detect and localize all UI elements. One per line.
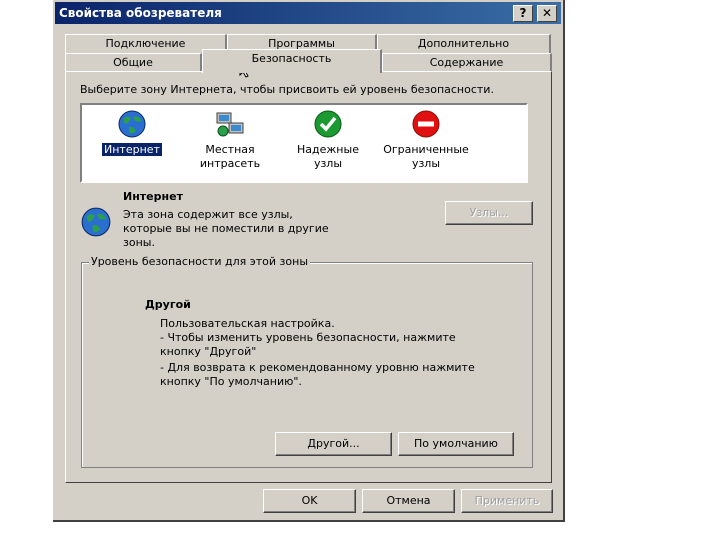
apply-button[interactable]: Применить	[461, 489, 553, 513]
zone-description-line1: Эта зона содержит все узлы,	[123, 208, 293, 221]
security-level-line2: - Чтобы изменить уровень безопасности, н…	[160, 331, 456, 344]
zone-description-line2: которые вы не поместили в другие	[123, 222, 329, 235]
zone-local-intranet-label: Местная интрасеть	[199, 143, 261, 170]
tab-advanced[interactable]: Дополнительно	[377, 34, 551, 53]
tab-general[interactable]: Общие	[65, 53, 202, 72]
zone-name: Интернет	[123, 190, 183, 203]
default-level-button[interactable]: По умолчанию	[398, 432, 514, 456]
sites-button[interactable]: Узлы...	[445, 201, 533, 225]
globe-icon	[81, 207, 111, 237]
zone-description-line3: зоны.	[123, 236, 155, 249]
globe-icon	[118, 110, 146, 138]
check-icon	[314, 110, 342, 138]
tab-security[interactable]: Безопасность	[202, 49, 382, 73]
security-level-line4: - Для возврата к рекомендованному уровню…	[160, 361, 475, 374]
security-level-line5: кнопку "По умолчанию".	[160, 375, 302, 388]
help-button[interactable]: ?	[513, 5, 533, 22]
no-entry-icon	[412, 110, 440, 138]
zone-trusted-sites-label: Надежные узлы	[297, 143, 359, 170]
local-intranet-icon	[216, 112, 244, 137]
title-bar[interactable]: Свойства обозревателя ? ✕	[55, 2, 561, 24]
zone-list: Интернет Местнаяинтрасеть Надежныеузлы	[80, 103, 528, 183]
ok-button[interactable]: OK	[263, 489, 356, 513]
window-title: Свойства обозревателя	[59, 6, 222, 20]
security-level-name: Другой	[145, 298, 191, 311]
zone-prompt: Выберите зону Интернета, чтобы присвоить…	[80, 83, 494, 96]
zone-internet-label: Интернет	[102, 143, 162, 156]
cancel-button[interactable]: Отмена	[362, 489, 455, 513]
custom-level-button[interactable]: Другой...	[275, 432, 392, 456]
tab-content[interactable]: Содержание	[382, 53, 552, 72]
zone-restricted-sites-label: Ограниченные узлы	[383, 143, 469, 170]
security-level-line3: кнопку "Другой"	[160, 345, 257, 358]
security-level-line1: Пользовательская настройка.	[160, 317, 335, 330]
security-level-group-label: Уровень безопасности для этой зоны	[89, 255, 310, 268]
internet-options-dialog: Свойства обозревателя ? ✕ Подключение Пр…	[53, 0, 565, 522]
close-button[interactable]: ✕	[537, 5, 557, 22]
